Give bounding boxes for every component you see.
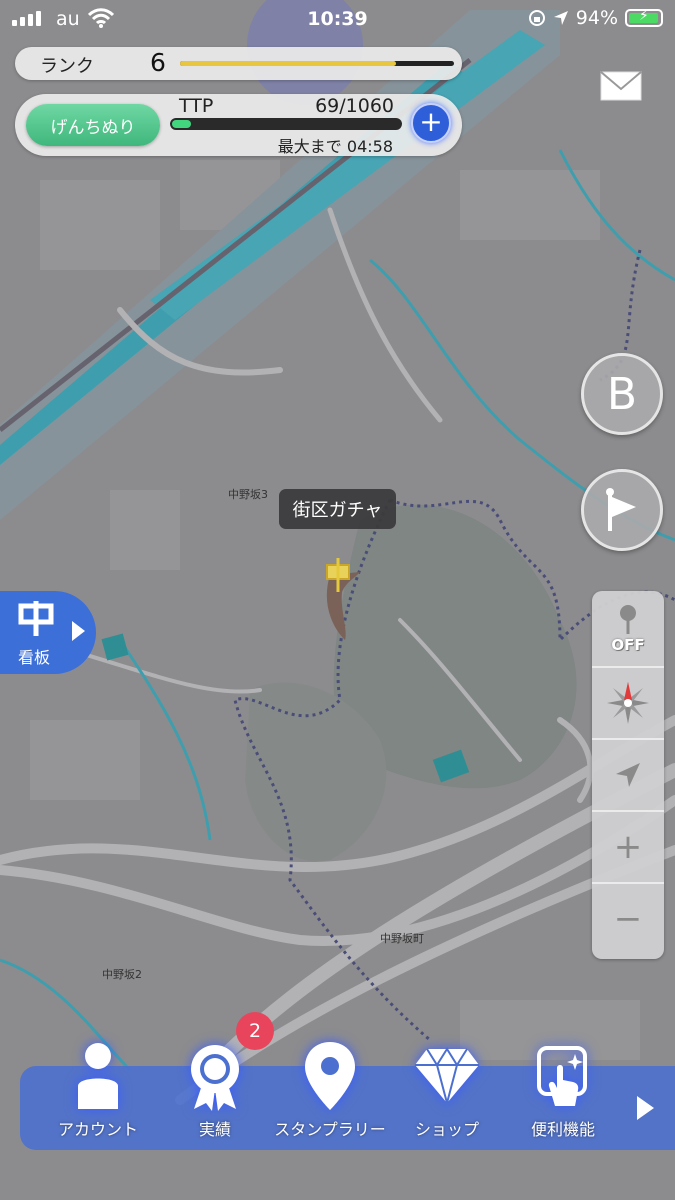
map-label-area-c: 中野坂2 <box>102 968 142 981</box>
nav-achievements-label: 実績 <box>198 1120 231 1139</box>
status-bar: au 10:39 94% ⚡ <box>0 0 675 40</box>
map-canvas[interactable] <box>0 0 675 1200</box>
nav-more-arrow-icon[interactable] <box>637 1096 654 1120</box>
nav-account[interactable]: アカウント <box>33 1038 163 1140</box>
gps-toggle[interactable]: OFF <box>592 597 664 661</box>
rank-bar: ランク 6 <box>15 47 462 80</box>
pin-icon <box>620 605 636 634</box>
person-icon <box>78 1043 118 1109</box>
location-arrow-icon <box>553 11 568 25</box>
nav-utilities-label: 便利機能 <box>530 1120 595 1139</box>
ttp-progress <box>170 118 402 130</box>
zoom-in-button[interactable]: + <box>592 812 664 882</box>
zoom-out-button[interactable]: − <box>592 884 664 954</box>
compass-button[interactable] <box>592 668 664 738</box>
nav-shop-label: ショップ <box>414 1120 479 1139</box>
nav-shop[interactable]: ショップ <box>382 1038 512 1140</box>
battery-icon: ⚡ <box>625 8 663 27</box>
nav-account-label: アカウント <box>57 1120 138 1139</box>
nav-stamp-rally[interactable]: スタンプラリー <box>265 1038 395 1140</box>
ttp-max-timer: 最大まで 04:58 <box>277 137 393 156</box>
b-button[interactable]: B <box>581 353 663 435</box>
map-pin-icon <box>305 1042 355 1110</box>
ttp-value: 69/1060 <box>315 95 394 117</box>
compass-icon <box>607 682 649 724</box>
map-controls: OFF + − <box>592 591 664 959</box>
map-label-area-a: 中野坂3 <box>228 488 268 501</box>
map-tooltip[interactable]: 街区ガチャ <box>279 489 396 529</box>
orientation-lock-icon <box>528 10 545 26</box>
rank-progress-fill <box>180 61 397 66</box>
nav-stamp-rally-label: スタンプラリー <box>274 1120 386 1139</box>
rank-label: ランク <box>40 56 94 77</box>
signboard-icon <box>18 601 54 636</box>
diamond-icon <box>415 1047 479 1105</box>
rank-progress <box>180 61 454 66</box>
ttp-panel: げんちぬり TTP 69/1060 最大まで 04:58 + <box>15 94 462 156</box>
signboard-label: 看板 <box>18 648 51 667</box>
navigation-arrow-icon <box>616 763 640 787</box>
current-location-button[interactable] <box>592 740 664 810</box>
chevron-right-icon <box>72 621 85 641</box>
nav-utilities[interactable]: 便利機能 <box>498 1038 628 1140</box>
flag-icon <box>606 488 636 531</box>
genchi-nuri-button[interactable]: げんちぬり <box>26 104 160 146</box>
add-ttp-button[interactable]: + <box>411 103 451 143</box>
mail-icon[interactable] <box>600 71 642 101</box>
gps-off-label: OFF <box>611 636 645 654</box>
achievements-badge: 2 <box>236 1012 274 1050</box>
flag-button[interactable] <box>581 469 663 551</box>
ttp-progress-fill <box>172 120 191 128</box>
ttp-label: TTP <box>179 95 214 117</box>
signboard-tab[interactable]: 看板 <box>0 591 96 674</box>
medal-icon <box>191 1045 239 1111</box>
tap-sparkle-icon <box>537 1046 587 1106</box>
nav-achievements[interactable]: 実績 <box>150 1038 280 1140</box>
rank-value: 6 <box>150 48 166 77</box>
battery-percent: 94% <box>575 7 618 29</box>
map-label-area-b: 中野坂町 <box>380 932 424 945</box>
